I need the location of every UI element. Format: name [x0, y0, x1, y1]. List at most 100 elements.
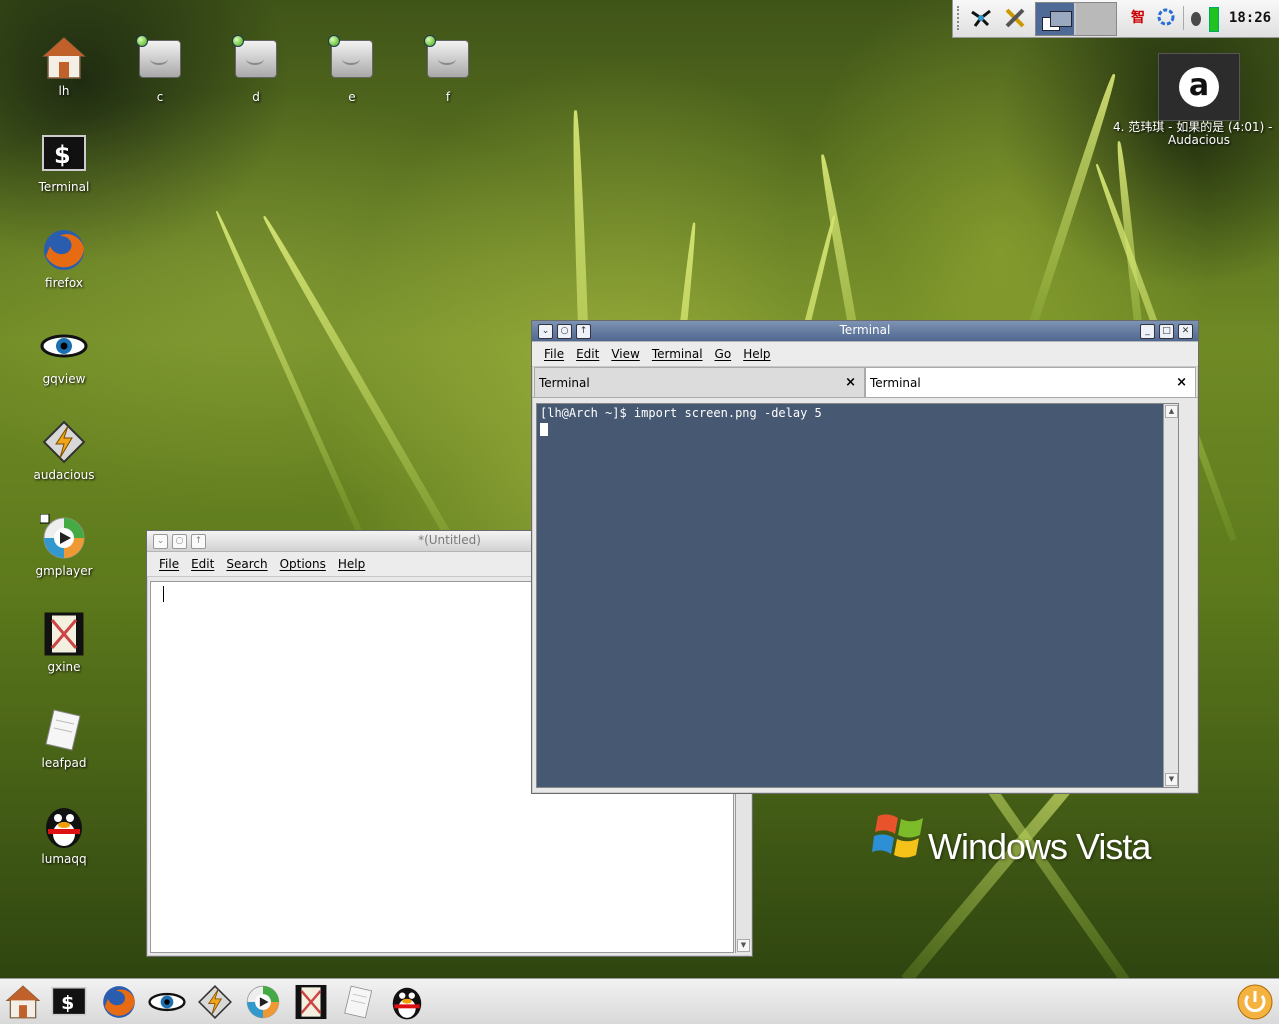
taskbar-firefox-icon[interactable]: [100, 983, 138, 1021]
clock[interactable]: 18:26: [1227, 6, 1273, 30]
desktop-icon-label: c: [156, 90, 164, 104]
desktop-icon-terminal[interactable]: $ Terminal: [24, 130, 104, 194]
film-icon: [40, 610, 88, 658]
scroll-down-button[interactable]: ▼: [737, 939, 750, 952]
leafpad-menu-search[interactable]: Search: [226, 557, 267, 571]
update-icon[interactable]: [1155, 6, 1177, 30]
desktop-icon-label: gmplayer: [35, 564, 93, 578]
taskbar-home-icon[interactable]: [4, 983, 42, 1021]
tab-label: Terminal: [539, 376, 590, 390]
desktop-icon-label: leafpad: [41, 756, 87, 770]
desktop-icon-label: Terminal: [38, 180, 90, 194]
desktop-icon-firefox[interactable]: firefox: [24, 226, 104, 290]
battery-icon[interactable]: [1209, 7, 1219, 32]
desktop-icon-gqview[interactable]: gqview: [24, 322, 104, 386]
terminal-menubar: File Edit View Terminal Go Help: [532, 342, 1198, 367]
taskbar: $: [0, 978, 1279, 1024]
leafpad-menu-file[interactable]: File: [159, 557, 179, 571]
tools-icon[interactable]: [1003, 6, 1027, 30]
desktop-icon-lumaqq[interactable]: lumaqq: [24, 802, 104, 866]
brand-text: Windows Vista: [928, 826, 1151, 867]
eye-icon: [40, 322, 88, 370]
desktop-icon-label: lumaqq: [41, 852, 87, 866]
input-method-icon[interactable]: 智: [1127, 6, 1149, 30]
windows-logo: [872, 808, 928, 867]
terminal-output[interactable]: [lh@Arch ~]$ import screen.png -delay 5 …: [536, 403, 1179, 788]
terminal-titlebar[interactable]: ⌄ ○ ↑ Terminal _ □ ✕: [532, 321, 1198, 342]
notepad-icon: [40, 706, 88, 754]
terminal-menu-go[interactable]: Go: [715, 347, 732, 361]
grass-blade: [1020, 72, 1119, 352]
svg-text:$: $: [61, 992, 74, 1014]
terminal-menu-view[interactable]: View: [611, 347, 639, 361]
terminal-cursor: [540, 423, 548, 436]
workspace-1[interactable]: [1036, 3, 1074, 35]
terminal-command-line: [lh@Arch ~]$ import screen.png -delay 5: [540, 406, 822, 420]
desktop-icon-audacious[interactable]: audacious: [24, 418, 104, 482]
workspace-2[interactable]: [1076, 3, 1116, 35]
hard-drive-icon: [328, 35, 376, 88]
desktop-icon-label: d: [252, 90, 260, 104]
tab-close-icon[interactable]: ×: [1176, 375, 1187, 390]
terminal-window: ⌄ ○ ↑ Terminal _ □ ✕ File Edit View Term…: [531, 320, 1199, 794]
terminal-scrollbar[interactable]: ▲ ▼: [1163, 404, 1178, 787]
audacious-logo-icon: a: [1179, 67, 1219, 107]
taskbar-leafpad-icon[interactable]: [340, 983, 378, 1021]
taskbar-lumaqq-icon[interactable]: [388, 983, 426, 1021]
desktop-icon-label: audacious: [33, 468, 95, 482]
hard-drive-icon: [424, 35, 472, 88]
workspace-switcher-icon[interactable]: [1035, 2, 1117, 36]
home-folder-icon: [40, 34, 88, 82]
desktop-icon-label: e: [348, 90, 356, 104]
taskbar-gmplayer-icon[interactable]: [244, 983, 282, 1021]
terminal-menu-terminal[interactable]: Terminal: [652, 347, 703, 361]
tray-handle[interactable]: [957, 6, 962, 30]
terminal-tabs: Terminal × Terminal ×: [532, 367, 1198, 398]
svg-text:$: $: [54, 141, 71, 169]
volume-icon[interactable]: [1189, 6, 1203, 30]
tray-separator: [1183, 6, 1184, 30]
desktop-icon-gxine[interactable]: gxine: [24, 610, 104, 674]
terminal-title: Terminal: [839, 323, 891, 337]
hard-drive-icon: [232, 35, 280, 88]
terminal-icon: $: [40, 130, 88, 178]
network-icon[interactable]: [969, 6, 993, 30]
power-icon[interactable]: [1236, 983, 1274, 1021]
desktop-icon-gmplayer[interactable]: gmplayer: [24, 513, 104, 578]
leafpad-menu-edit[interactable]: Edit: [191, 557, 214, 571]
terminal-menu-file[interactable]: File: [544, 347, 564, 361]
leafpad-menu-options[interactable]: Options: [280, 557, 326, 571]
text-cursor: [163, 586, 164, 602]
terminal-tab-2[interactable]: Terminal ×: [865, 367, 1196, 397]
desktop-icon-drive-f[interactable]: f: [408, 34, 488, 104]
minimize-button[interactable]: _: [1140, 324, 1155, 339]
hard-drive-icon: [136, 35, 184, 88]
firefox-icon: [40, 226, 88, 274]
media-player-icon: [39, 513, 88, 562]
scroll-up-button[interactable]: ▲: [1165, 405, 1178, 418]
desktop-icon-drive-e[interactable]: e: [312, 34, 392, 104]
taskbar-gqview-icon[interactable]: [148, 983, 186, 1021]
desktop-icon-home[interactable]: lh: [24, 34, 104, 98]
close-button[interactable]: ✕: [1178, 324, 1193, 339]
desktop-icon-label: firefox: [45, 276, 83, 290]
terminal-menu-edit[interactable]: Edit: [576, 347, 599, 361]
desktop-icon-label: lh: [58, 84, 70, 98]
audacious-icon: [40, 418, 88, 466]
terminal-tab-1[interactable]: Terminal ×: [534, 367, 865, 397]
desktop-icon-drive-c[interactable]: c: [120, 34, 200, 104]
audacious-widget-logo[interactable]: a: [1158, 53, 1240, 121]
taskbar-gxine-icon[interactable]: [292, 983, 330, 1021]
terminal-menu-help[interactable]: Help: [743, 347, 770, 361]
taskbar-terminal-icon[interactable]: $: [50, 983, 88, 1021]
maximize-button[interactable]: □: [1159, 324, 1174, 339]
desktop-icon-label: f: [445, 90, 451, 104]
tab-label: Terminal: [870, 376, 921, 390]
leafpad-menu-help[interactable]: Help: [338, 557, 365, 571]
scroll-down-button[interactable]: ▼: [1165, 773, 1178, 786]
desktop-icon-drive-d[interactable]: d: [216, 34, 296, 104]
taskbar-audacious-icon[interactable]: [196, 983, 234, 1021]
desktop-icon-leafpad[interactable]: leafpad: [24, 706, 104, 770]
grass-blade: [260, 214, 478, 582]
tab-close-icon[interactable]: ×: [845, 375, 856, 390]
